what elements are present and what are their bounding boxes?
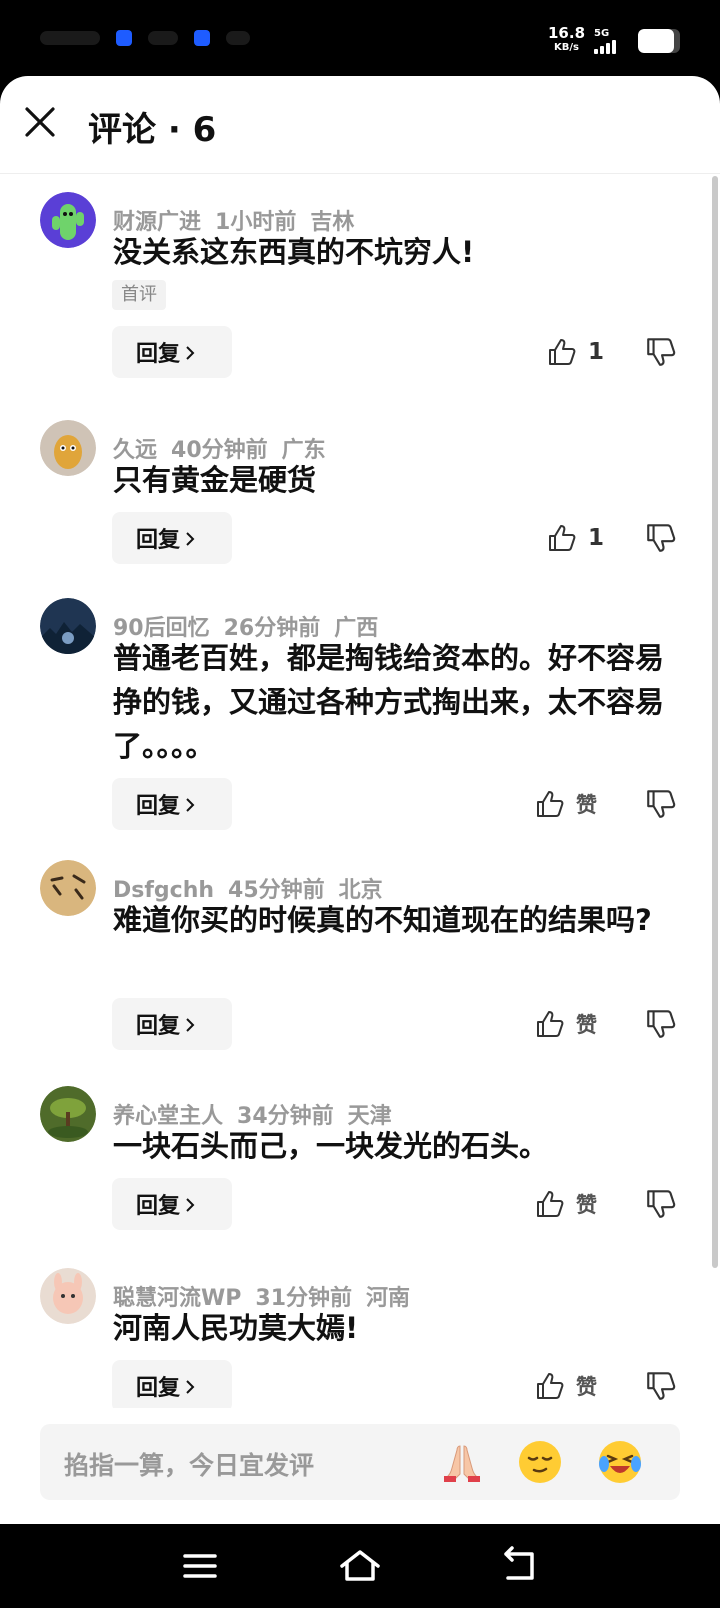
thumb-down-icon[interactable]: [644, 335, 678, 369]
reply-label: 回复: [136, 342, 181, 367]
thumb-down-icon[interactable]: [644, 1007, 678, 1041]
comment-text: 只有黄金是硬货: [113, 463, 317, 497]
reply-button[interactable]: 回复: [112, 326, 232, 378]
comment-item: 财源广进 1小时前 吉林 没关系这东西真的不坑穷人! 首评 回复 1: [0, 192, 712, 412]
back-icon[interactable]: [498, 1544, 542, 1588]
home-icon[interactable]: [338, 1544, 382, 1588]
battery-level: [638, 29, 674, 53]
like-button[interactable]: 赞: [534, 1184, 597, 1224]
chevron-right-icon: [186, 1380, 195, 1394]
blurred-notification: [226, 31, 250, 45]
thumb-down-icon[interactable]: [644, 1187, 678, 1221]
like-label: 赞: [576, 793, 597, 817]
sheet-header: 评论 · 6: [0, 76, 720, 174]
thumb-up-icon: [549, 525, 576, 551]
reply-button[interactable]: 回复: [112, 998, 232, 1050]
laughing-tears-emoji[interactable]: [596, 1438, 644, 1486]
comment-text: 难道你买的时候真的不知道现在的结果吗?: [113, 903, 652, 937]
signal-icon: [594, 40, 616, 54]
like-count: 1: [588, 339, 605, 365]
like-button[interactable]: 赞: [534, 1366, 597, 1406]
avatar[interactable]: [40, 1086, 96, 1142]
battery-icon: [638, 29, 680, 53]
page-title: 评论 · 6: [88, 110, 217, 150]
avatar[interactable]: [40, 860, 96, 916]
status-bar: 16.8 KB/s 5G: [0, 0, 720, 76]
like-count: 1: [588, 525, 605, 551]
comments-sheet: 评论 · 6 财源广进1小时前吉林 没关系这东西真的不坑穷人! 首评 回复: [0, 76, 720, 1524]
system-nav-bar: [0, 1524, 720, 1608]
like-label: 赞: [576, 1375, 597, 1399]
notification-icon: [194, 30, 210, 46]
reply-button[interactable]: 回复: [112, 778, 232, 830]
thumb-up-icon: [537, 1191, 564, 1217]
comment-input-placeholder[interactable]: 掐指一算，今日宜发评: [64, 1446, 314, 1482]
blurred-notification: [40, 31, 100, 45]
thumb-up-icon: [537, 1011, 564, 1037]
avatar[interactable]: [40, 420, 96, 476]
avatar[interactable]: [40, 192, 96, 248]
close-icon[interactable]: [20, 102, 60, 142]
thumb-down-icon[interactable]: [644, 1369, 678, 1403]
chevron-right-icon: [186, 798, 195, 812]
blurred-notification: [148, 31, 178, 45]
menu-icon[interactable]: [178, 1544, 222, 1588]
thumb-up-icon: [549, 339, 576, 365]
network-speed-value: 16.8: [548, 24, 586, 42]
notification-icon: [116, 30, 132, 46]
like-button[interactable]: 赞: [534, 784, 597, 824]
thumb-down-icon[interactable]: [644, 521, 678, 555]
status-notification-icons: [40, 30, 250, 46]
thumb-up-icon: [537, 1373, 564, 1399]
comment-text: 河南人民功莫大嫣!: [113, 1311, 359, 1345]
thumb-down-icon[interactable]: [644, 787, 678, 821]
reply-button[interactable]: 回复: [112, 512, 232, 564]
chevron-right-icon: [186, 346, 195, 360]
thumb-up-icon: [537, 791, 564, 817]
network-speed-unit: KB/s: [554, 42, 579, 53]
smirk-face-emoji[interactable]: [516, 1438, 564, 1486]
comment-text: 普通老百姓，都是掏钱给资本的。好不容易挣的钱，又通过各种方式掏出来，太不容易了。…: [113, 641, 665, 763]
reply-button[interactable]: 回复: [112, 1360, 232, 1408]
like-label: 赞: [576, 1193, 597, 1217]
praying-hands-emoji[interactable]: [438, 1438, 486, 1486]
comment-list[interactable]: 财源广进 1小时前 吉林 没关系这东西真的不坑穷人! 首评 回复 1 久远 40…: [0, 176, 720, 1408]
reply-label: 回复: [136, 1376, 181, 1401]
reply-label: 回复: [136, 794, 181, 819]
chevron-right-icon: [186, 1198, 195, 1212]
comment-item: 养心堂主人 34分钟前 天津 一块石头而己，一块发光的石头。 回复 赞: [0, 1086, 712, 1256]
avatar[interactable]: [40, 1268, 96, 1324]
comment-item: 90后回忆 26分钟前 广西 普通老百姓，都是掏钱给资本的。好不容易挣的钱，又通过各…: [0, 598, 712, 848]
like-button[interactable]: 赞: [534, 1004, 597, 1044]
comment-text: 一块石头而己，一块发光的石头。: [113, 1129, 549, 1163]
like-button[interactable]: 1: [546, 332, 604, 372]
chevron-right-icon: [186, 532, 195, 546]
network-speed: 16.8 KB/s: [548, 26, 585, 53]
reply-label: 回复: [136, 528, 181, 553]
like-button[interactable]: 1: [546, 518, 604, 558]
comment-text: 没关系这东西真的不坑穷人!: [113, 235, 475, 269]
comment-item: 聪慧河流WP 31分钟前 河南 河南人民功莫大嫣! 回复 赞: [0, 1268, 712, 1408]
like-label: 赞: [576, 1013, 597, 1037]
first-comment-badge: 首评: [112, 280, 166, 310]
comment-input-bar[interactable]: 掐指一算，今日宜发评: [40, 1424, 680, 1500]
comment-item: Dsfgchh 45分钟前 北京 难道你买的时候真的不知道现在的结果吗? 回复 赞: [0, 860, 712, 1070]
scrollbar[interactable]: [712, 176, 718, 1268]
avatar[interactable]: [40, 598, 96, 654]
comment-item: 久远 40分钟前 广东 只有黄金是硬货 回复 1: [0, 420, 712, 590]
reply-label: 回复: [136, 1014, 181, 1039]
chevron-right-icon: [186, 1018, 195, 1032]
network-type: 5G: [594, 28, 610, 39]
reply-label: 回复: [136, 1194, 181, 1219]
reply-button[interactable]: 回复: [112, 1178, 232, 1230]
